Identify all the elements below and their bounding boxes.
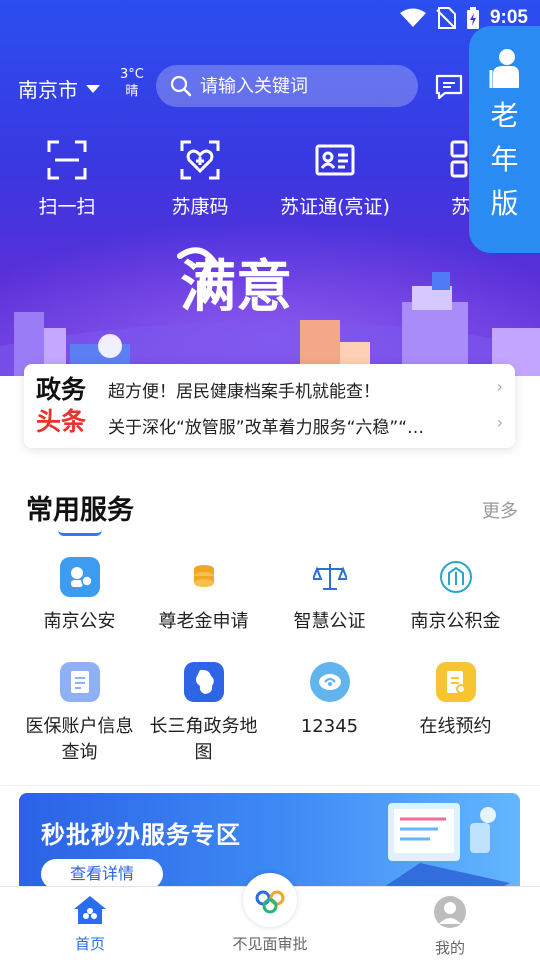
headline-tag: 政务 头条: [36, 374, 86, 438]
service-yangtze-delta-map[interactable]: 长三角政务地图: [136, 662, 271, 766]
promo-title: 秒批秒办服务专区: [41, 821, 241, 849]
header-hero: 9:05 南京市 3°C 晴 扫一扫 苏康码 苏证通(亮证): [0, 0, 540, 376]
service-label: 12345: [300, 716, 359, 737]
service-label: 南京公积金: [410, 611, 501, 632]
search-input[interactable]: [200, 75, 400, 97]
no-sim-icon: [436, 7, 456, 29]
weather-temp: 3°C: [120, 67, 144, 82]
service-label: 尊老金申请: [158, 611, 249, 632]
tab-home-label: 首页: [74, 935, 105, 953]
scan-icon: [47, 140, 87, 180]
tab-mine-label: 我的: [434, 939, 465, 957]
health-code-icon: [180, 140, 220, 180]
top-bar: 南京市 3°C 晴: [0, 64, 540, 110]
service-label: 在线预约: [419, 716, 492, 737]
appointment-icon: [435, 662, 476, 702]
hotline-icon: [309, 662, 350, 702]
no-meeting-approval-button[interactable]: [243, 873, 297, 927]
service-online-appointment[interactable]: 在线预约: [388, 662, 523, 740]
city-selector[interactable]: 南京市: [18, 74, 100, 103]
caret-down-icon: [86, 84, 100, 93]
section-divider: [0, 785, 540, 786]
quick-item-id-card[interactable]: 苏证通(亮证): [270, 134, 400, 219]
tab-mine[interactable]: 我的: [390, 895, 510, 958]
elderly-person-icon: [489, 49, 519, 88]
service-medical-insurance-query[interactable]: 医保账户信息查询: [12, 662, 147, 766]
insurance-doc-icon: [59, 662, 100, 702]
scales-icon: [310, 557, 350, 597]
tab-no-meeting-approval[interactable]: 不见面审批: [210, 933, 330, 954]
chevron-right-icon: ›: [496, 413, 503, 432]
section-title-underline: [58, 530, 102, 536]
police-icon: [59, 557, 100, 597]
region-map-icon: [183, 662, 224, 702]
news-item[interactable]: 关于深化“放管服”改革着力服务“六稳”“…: [108, 413, 488, 438]
building-fund-icon: [436, 557, 476, 597]
service-12345-hotline[interactable]: 12345: [262, 662, 397, 740]
bottom-nav: 首页 不见面审批 我的: [0, 873, 540, 960]
city-name: 南京市: [18, 78, 78, 102]
gov-headlines-card: 政务 头条 超方便！居民健康档案手机就能查！ › 关于深化“放管服”改革着力服务…: [24, 364, 515, 448]
chevron-right-icon: ›: [496, 377, 503, 396]
elder-mode-label-3: 版: [490, 187, 519, 220]
banner-illustration[interactable]: 满意: [0, 236, 540, 376]
quick-actions: 扫一扫 苏康码 苏证通(亮证) 苏服: [0, 134, 540, 224]
section-title: 常用服务: [26, 495, 134, 526]
more-link[interactable]: 更多: [482, 497, 518, 523]
quick-item-label: 扫一扫: [38, 196, 96, 218]
message-icon[interactable]: [434, 73, 464, 101]
news-item[interactable]: 超方便！居民健康档案手机就能查！: [108, 377, 488, 402]
service-label: 智慧公证: [293, 611, 366, 632]
elder-mode-label-1: 老: [490, 99, 519, 132]
service-label: 南京公安: [43, 611, 116, 632]
coins-icon: [184, 557, 224, 597]
service-housing-fund[interactable]: 南京公积金: [388, 557, 523, 635]
user-avatar-icon: [434, 896, 466, 928]
quick-item-health-code[interactable]: 苏康码: [135, 134, 265, 219]
service-label: 长三角政务地图: [149, 716, 258, 763]
headline-tag-line1: 政务: [36, 375, 87, 404]
elder-mode-tab[interactable]: 老 年 版: [469, 26, 540, 253]
tab-home[interactable]: 首页: [30, 895, 150, 954]
weather-desc: 晴: [125, 84, 139, 99]
home-icon: [74, 896, 106, 924]
headline-tag-line2: 头条: [36, 407, 87, 436]
quick-item-label: 苏康码: [171, 196, 229, 218]
service-nanjing-police[interactable]: 南京公安: [12, 557, 147, 635]
elder-mode-label-2: 年: [490, 143, 519, 176]
service-label: 医保账户信息查询: [25, 716, 134, 763]
quick-item-scan[interactable]: 扫一扫: [2, 134, 132, 219]
search-icon: [170, 75, 192, 97]
search-bar[interactable]: [156, 65, 418, 107]
id-card-icon: [315, 144, 355, 176]
quick-item-label: 苏证通(亮证): [280, 196, 390, 218]
weather-widget: 3°C 晴: [120, 66, 144, 100]
wifi-icon: [399, 8, 426, 27]
service-smart-notary[interactable]: 智慧公证: [262, 557, 397, 635]
service-elder-allowance[interactable]: 尊老金申请: [136, 557, 271, 635]
tab-approval-label: 不见面审批: [232, 935, 308, 953]
approval-logo-icon: [252, 882, 288, 918]
view-details-button[interactable]: 查看详情: [41, 859, 163, 889]
banner-headline: 满意: [180, 254, 292, 320]
